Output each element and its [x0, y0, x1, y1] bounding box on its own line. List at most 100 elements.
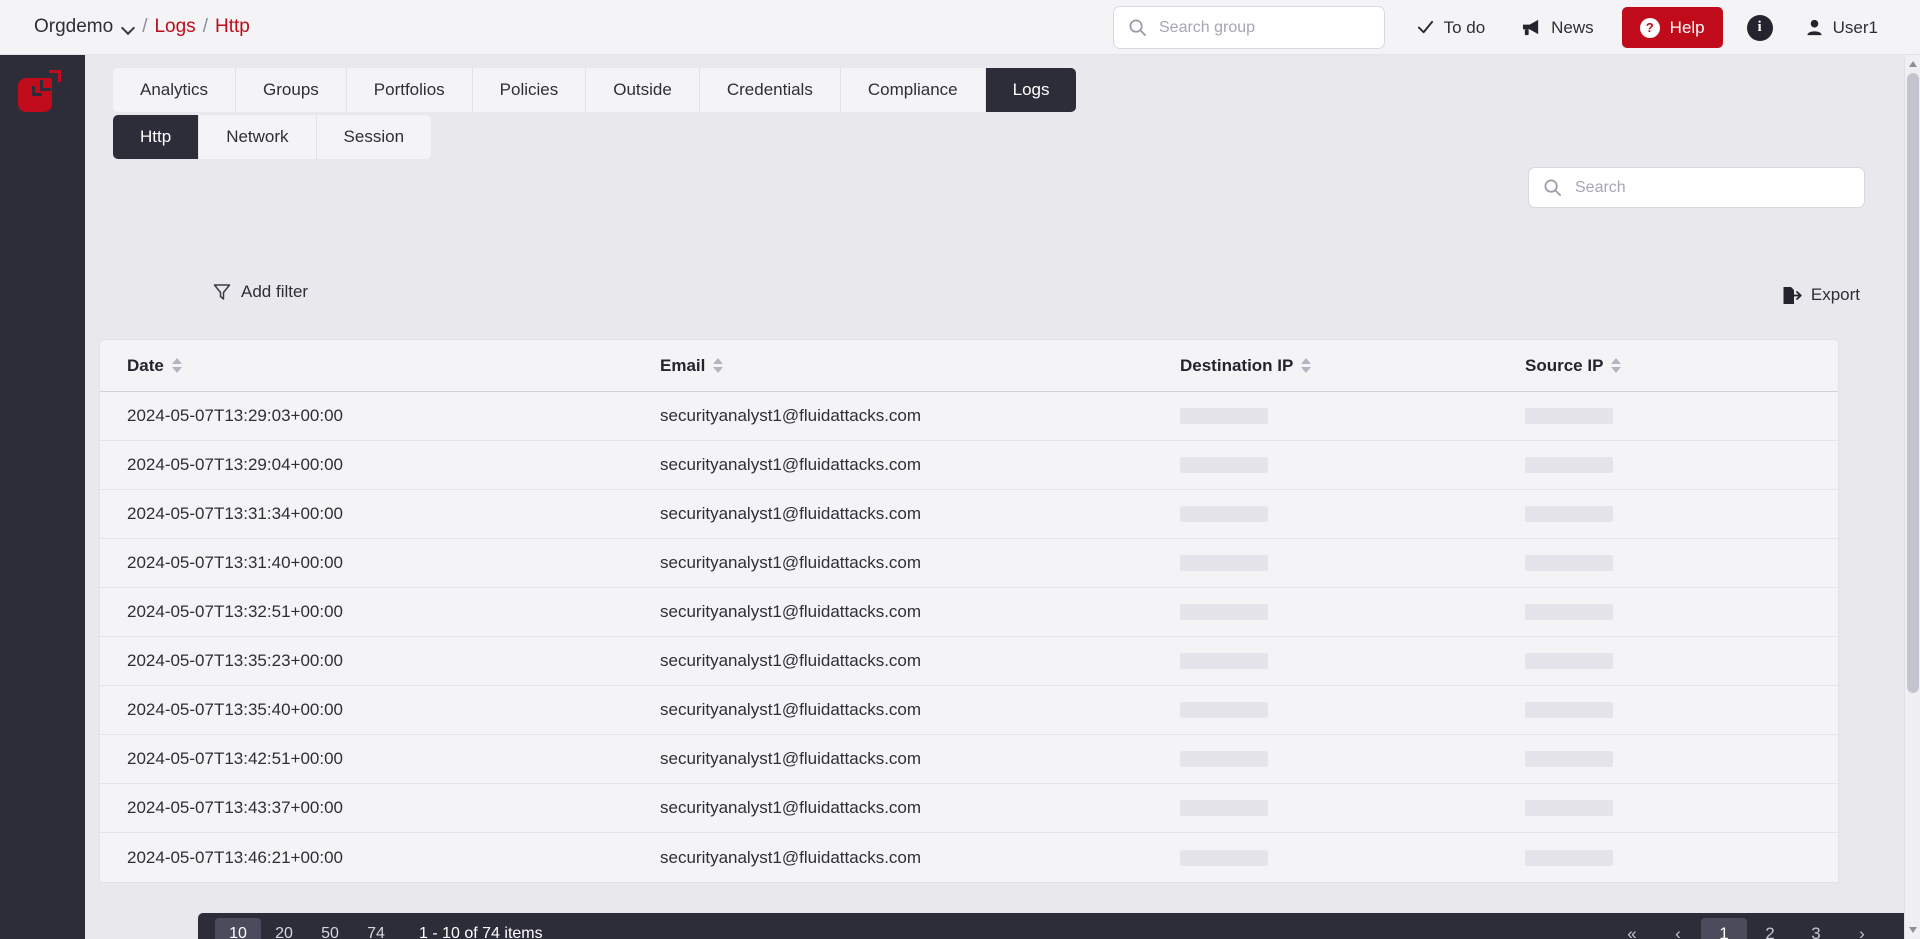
prev-page-button[interactable]: ‹ [1655, 918, 1701, 939]
cell-destination-ip [1180, 506, 1525, 522]
search-icon [1543, 178, 1562, 197]
tab-label: Compliance [868, 80, 958, 100]
loading-placeholder [1525, 555, 1613, 571]
loading-placeholder [1525, 702, 1613, 718]
cell-source-ip [1525, 751, 1805, 767]
page-size-10[interactable]: 10 [215, 918, 261, 939]
question-circle-icon: ? [1640, 18, 1660, 38]
org-selector-label[interactable]: Orgdemo [34, 16, 113, 38]
sub-tab-bar: Http Network Session [113, 115, 431, 159]
tab-policies[interactable]: Policies [473, 68, 587, 112]
fluid-attacks-logo-icon[interactable] [18, 70, 62, 114]
page-1-button[interactable]: 1 [1701, 918, 1747, 939]
tab-credentials[interactable]: Credentials [700, 68, 841, 112]
cell-email: securityanalyst1@fluidattacks.com [660, 749, 1180, 769]
tab-outside[interactable]: Outside [586, 68, 700, 112]
breadcrumb-http-link[interactable]: Http [215, 16, 250, 38]
scrollbar-thumb[interactable] [1907, 73, 1919, 693]
column-header-source-ip[interactable]: Source IP [1525, 356, 1805, 376]
table-row[interactable]: 2024-05-07T13:46:21+00:00securityanalyst… [100, 833, 1838, 882]
subtab-label: Network [226, 127, 288, 147]
check-icon [1416, 18, 1435, 37]
user-menu-button[interactable]: User1 [1787, 0, 1896, 55]
scroll-up-arrow-icon[interactable] [1909, 61, 1917, 67]
vertical-scrollbar[interactable] [1904, 55, 1920, 939]
column-header-destination-ip[interactable]: Destination IP [1180, 356, 1525, 376]
column-header-label: Date [127, 356, 164, 376]
group-search-input[interactable] [1159, 19, 1359, 37]
table-search-box[interactable] [1528, 167, 1865, 208]
todo-button[interactable]: To do [1398, 0, 1504, 55]
first-page-button[interactable]: « [1609, 918, 1655, 939]
table-row[interactable]: 2024-05-07T13:29:04+00:00securityanalyst… [100, 441, 1838, 490]
tab-groups[interactable]: Groups [236, 68, 347, 112]
cell-email: securityanalyst1@fluidattacks.com [660, 553, 1180, 573]
cell-email: securityanalyst1@fluidattacks.com [660, 848, 1180, 868]
loading-placeholder [1180, 653, 1268, 669]
subtab-network[interactable]: Network [199, 115, 316, 159]
table-row[interactable]: 2024-05-07T13:43:37+00:00securityanalyst… [100, 784, 1838, 833]
table-row[interactable]: 2024-05-07T13:35:23+00:00securityanalyst… [100, 637, 1838, 686]
breadcrumb-logs-link[interactable]: Logs [154, 16, 195, 38]
chevron-down-icon[interactable] [122, 23, 135, 31]
subtab-http[interactable]: Http [113, 115, 199, 159]
table-row[interactable]: 2024-05-07T13:31:34+00:00securityanalyst… [100, 490, 1838, 539]
cell-source-ip [1525, 850, 1805, 866]
loading-placeholder [1525, 850, 1613, 866]
cell-date: 2024-05-07T13:46:21+00:00 [100, 848, 660, 868]
subtab-label: Http [140, 127, 171, 147]
tab-analytics[interactable]: Analytics [113, 68, 236, 112]
cell-destination-ip [1180, 408, 1525, 424]
export-label: Export [1811, 285, 1860, 305]
cell-date: 2024-05-07T13:29:03+00:00 [100, 406, 660, 426]
subtab-session[interactable]: Session [317, 115, 431, 159]
table-header-row: Date EmailDestination IPSource IP [100, 340, 1838, 392]
table-row[interactable]: 2024-05-07T13:42:51+00:00securityanalyst… [100, 735, 1838, 784]
page-3-button[interactable]: 3 [1793, 918, 1839, 939]
page-size-74[interactable]: 74 [353, 918, 399, 939]
tab-compliance[interactable]: Compliance [841, 68, 986, 112]
cell-date: 2024-05-07T13:43:37+00:00 [100, 798, 660, 818]
page-2-button[interactable]: 2 [1747, 918, 1793, 939]
cell-source-ip [1525, 408, 1805, 424]
help-button[interactable]: ? Help [1622, 7, 1723, 48]
cell-date: 2024-05-07T13:31:40+00:00 [100, 553, 660, 573]
cell-email: securityanalyst1@fluidattacks.com [660, 455, 1180, 475]
subtab-label: Session [344, 127, 404, 147]
tab-logs[interactable]: Logs [986, 68, 1077, 112]
cell-destination-ip [1180, 751, 1525, 767]
page-size-20[interactable]: 20 [261, 918, 307, 939]
user-icon [1805, 18, 1824, 37]
breadcrumb: Orgdemo / Logs / Http [34, 16, 250, 38]
sort-updown-icon[interactable] [713, 358, 723, 373]
sort-updown-icon[interactable] [1611, 358, 1621, 373]
table-search-input[interactable] [1575, 179, 1835, 197]
column-header-email[interactable]: Email [660, 356, 1180, 376]
column-header-date[interactable]: Date [100, 356, 660, 376]
loading-placeholder [1180, 506, 1268, 522]
next-page-button[interactable]: › [1839, 918, 1885, 939]
cell-date: 2024-05-07T13:35:23+00:00 [100, 651, 660, 671]
sort-updown-icon[interactable] [172, 358, 182, 373]
loading-placeholder [1525, 653, 1613, 669]
export-button[interactable]: Export [1782, 285, 1860, 305]
cell-destination-ip [1180, 850, 1525, 866]
cell-date: 2024-05-07T13:35:40+00:00 [100, 700, 660, 720]
table-row[interactable]: 2024-05-07T13:35:40+00:00securityanalyst… [100, 686, 1838, 735]
table-row[interactable]: 2024-05-07T13:32:51+00:00securityanalyst… [100, 588, 1838, 637]
group-search-box[interactable] [1113, 6, 1385, 49]
cell-destination-ip [1180, 702, 1525, 718]
sort-updown-icon[interactable] [1301, 358, 1311, 373]
add-filter-button[interactable]: Add filter [213, 282, 308, 302]
user-label: User1 [1833, 18, 1878, 38]
news-button[interactable]: News [1503, 0, 1612, 55]
help-label: Help [1670, 18, 1705, 38]
table-row[interactable]: 2024-05-07T13:31:40+00:00securityanalyst… [100, 539, 1838, 588]
tab-label: Policies [500, 80, 559, 100]
add-filter-label: Add filter [241, 282, 308, 302]
scroll-down-arrow-icon[interactable] [1909, 927, 1917, 933]
info-circle-icon[interactable]: i [1747, 15, 1773, 41]
page-size-50[interactable]: 50 [307, 918, 353, 939]
table-row[interactable]: 2024-05-07T13:29:03+00:00securityanalyst… [100, 392, 1838, 441]
tab-portfolios[interactable]: Portfolios [347, 68, 473, 112]
